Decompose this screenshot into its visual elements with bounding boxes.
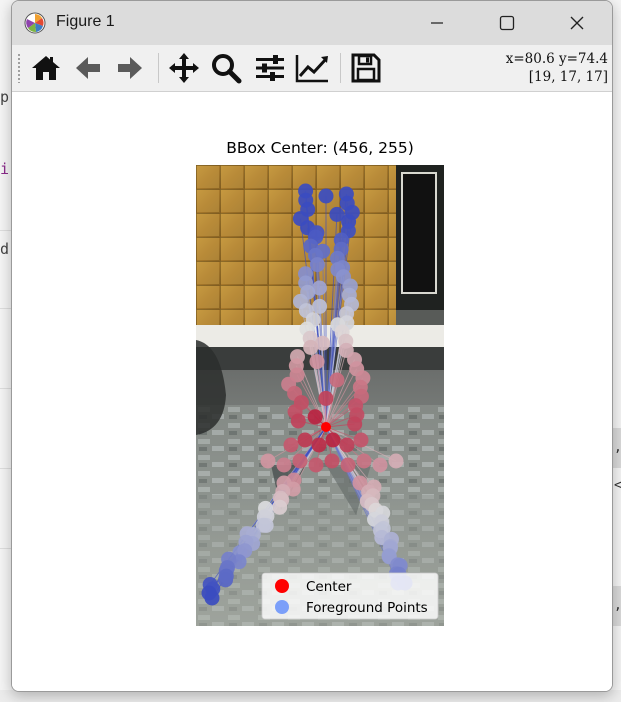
foreground-point <box>318 390 334 406</box>
edit-axis-button[interactable] <box>294 51 330 85</box>
background-text: , <box>614 598 621 613</box>
foreground-point <box>347 416 363 432</box>
legend-center-label: Center <box>306 579 352 595</box>
foreground-point <box>309 257 325 273</box>
foreground-point <box>303 339 319 355</box>
foreground-point <box>307 409 323 425</box>
close-button[interactable] <box>542 1 612 45</box>
minimize-icon <box>431 22 443 24</box>
foreground-point <box>318 188 334 204</box>
back-icon <box>76 57 100 79</box>
foreground-point <box>388 453 404 469</box>
forward-icon <box>118 57 142 79</box>
zoom-button[interactable] <box>208 51 244 85</box>
foreground-point <box>311 437 327 453</box>
toolbar-grip[interactable] <box>17 53 21 83</box>
configure-subplots-button[interactable] <box>252 51 288 85</box>
foreground-point <box>290 413 306 429</box>
navigation-toolbar: x=80.6 y=74.4 [19, 17, 17] <box>12 45 612 92</box>
plot-axes[interactable]: Center Foreground Points <box>196 165 444 626</box>
cursor-coordinates: x=80.6 y=74.4 [19, 17, 17] <box>506 50 608 86</box>
pan-button[interactable] <box>166 51 202 85</box>
background-text: d <box>0 240 10 258</box>
legend-center-marker <box>275 579 289 593</box>
foreground-point <box>283 437 299 453</box>
foreground-point <box>308 457 324 473</box>
legend: Center Foreground Points <box>261 572 439 620</box>
home-button[interactable] <box>28 51 64 85</box>
foreground-point <box>218 568 234 584</box>
toolbar-separator <box>158 53 159 83</box>
toolbar-separator <box>340 53 341 83</box>
background-text: p <box>0 88 10 106</box>
configure-subplots-icon <box>256 55 284 81</box>
center-marker-layer <box>321 422 331 432</box>
foreground-point <box>309 354 325 370</box>
window-title: Figure 1 <box>56 13 115 30</box>
title-bar[interactable]: Figure 1 <box>12 1 612 45</box>
background-text: , <box>614 440 621 455</box>
back-button[interactable] <box>70 51 106 85</box>
save-button[interactable] <box>348 51 384 85</box>
foreground-point <box>372 457 388 473</box>
cursor-xy-readout: x=80.6 y=74.4 <box>505 51 608 67</box>
foreground-point <box>325 432 341 448</box>
foreground-point <box>292 453 308 469</box>
foreground-point <box>272 499 288 515</box>
edit-axis-icon <box>295 55 328 83</box>
plot-title: BBox Center: (456, 255) <box>226 139 414 157</box>
foreground-point <box>339 437 355 453</box>
foreground-point <box>324 453 340 469</box>
pixel-value-readout: [19, 17, 17] <box>528 69 608 85</box>
foreground-point <box>329 372 345 388</box>
foreground-point <box>356 453 372 469</box>
figure-window: Figure 1 x=80.6 y=74.4 [19, 17, 17] BBox… <box>11 0 613 692</box>
foreground-point <box>297 432 313 448</box>
foreground-point <box>260 453 276 469</box>
center-marker <box>321 422 331 432</box>
foreground-point <box>340 457 356 473</box>
close-icon <box>570 16 584 30</box>
foreground-point <box>201 585 217 601</box>
figure-canvas[interactable]: BBox Center: (456, 255) Center Foregroun… <box>12 92 612 691</box>
matplotlib-logo-icon <box>24 12 46 34</box>
forward-button[interactable] <box>112 51 148 85</box>
legend-foreground-marker <box>275 600 289 614</box>
foreground-point <box>353 432 369 448</box>
pan-icon <box>169 53 199 83</box>
background-text: i <box>0 160 10 178</box>
zoom-icon <box>212 54 242 84</box>
legend-foreground-label: Foreground Points <box>306 600 428 616</box>
save-icon <box>351 53 381 83</box>
minimize-button[interactable] <box>402 1 472 45</box>
home-icon <box>32 56 60 80</box>
background-text: < <box>614 478 621 493</box>
maximize-icon <box>499 15 515 31</box>
foreground-point <box>276 457 292 473</box>
foreground-point <box>312 298 328 314</box>
maximize-button[interactable] <box>472 1 542 45</box>
